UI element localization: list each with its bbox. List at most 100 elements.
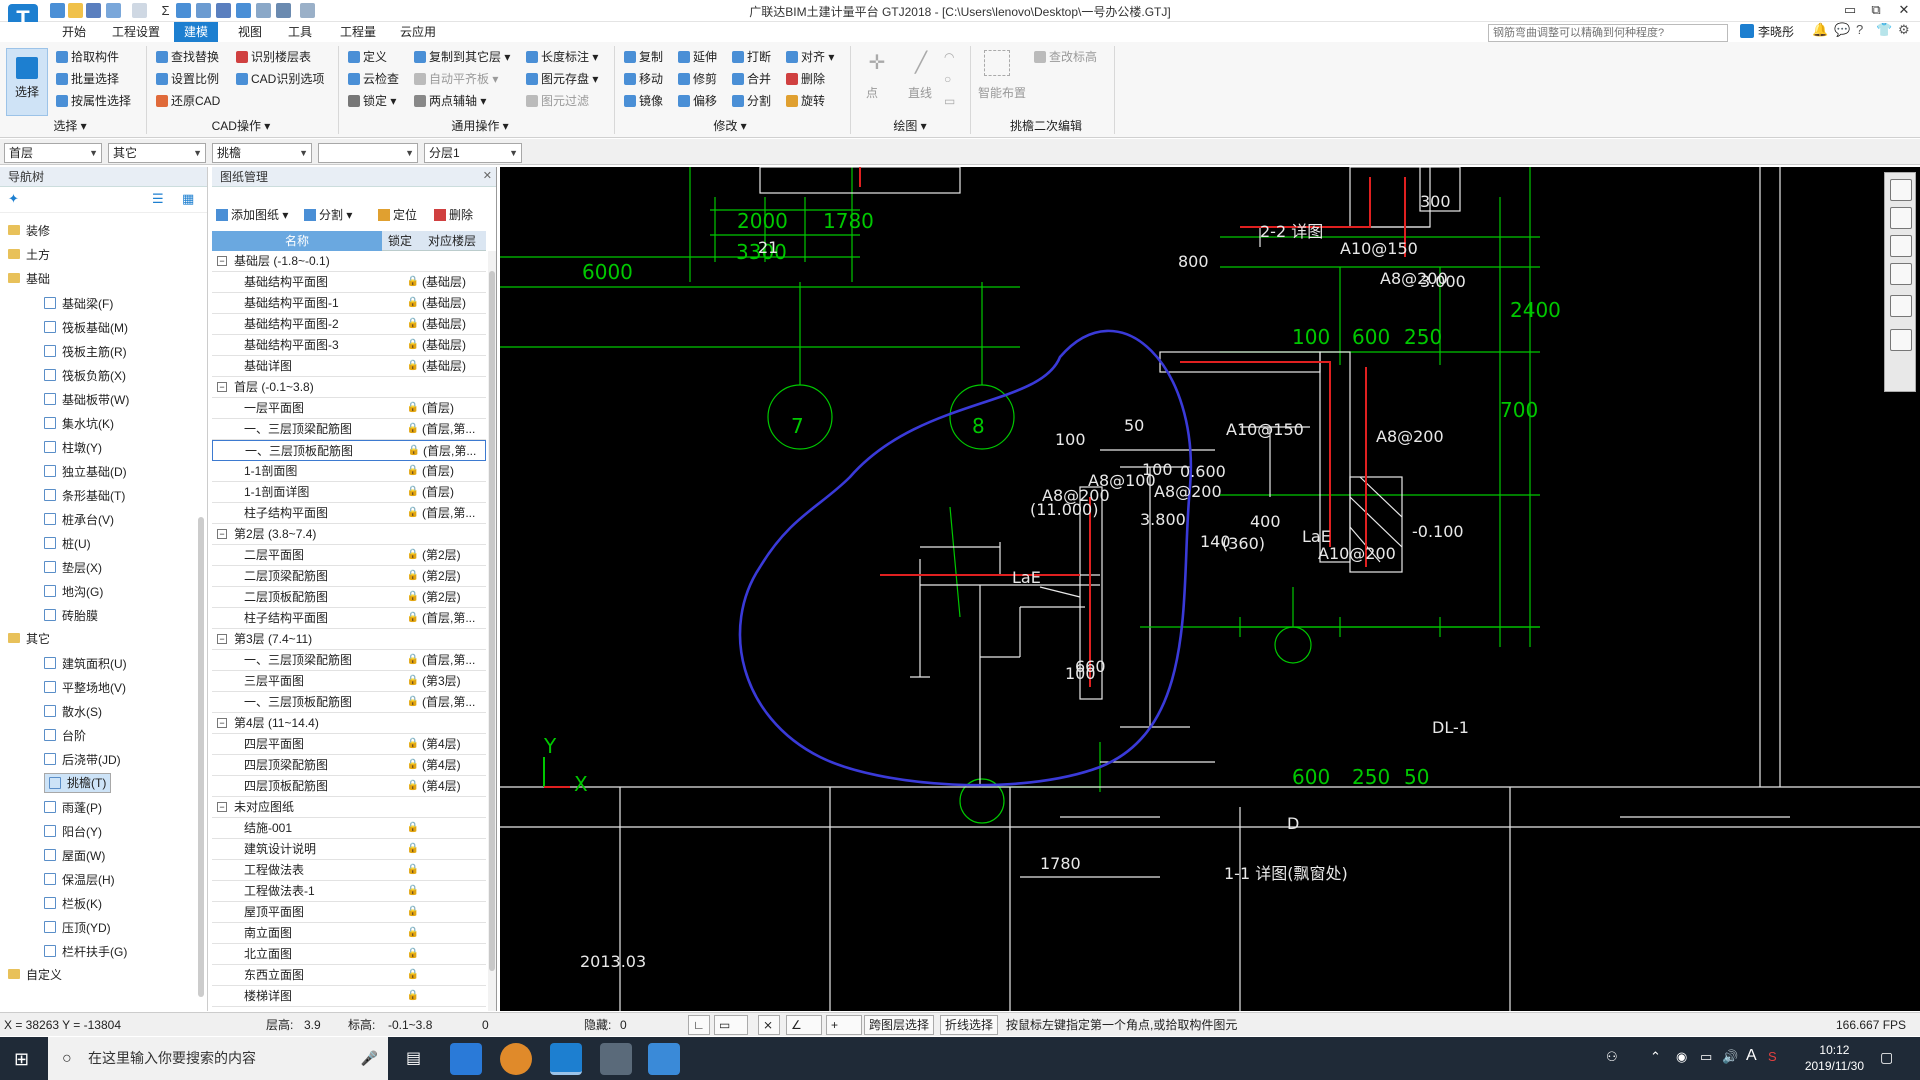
maximize-icon[interactable]: ⧉ <box>1862 0 1890 20</box>
point-icon[interactable]: ✛ <box>864 50 890 76</box>
lock-icon[interactable]: 🔒 <box>394 923 432 943</box>
nav-group[interactable]: 土方 <box>8 245 50 263</box>
nav-item[interactable]: 压顶(YD) <box>44 917 115 937</box>
nav-item[interactable]: 栏杆扶手(G) <box>44 941 131 961</box>
drawing-row[interactable]: 一、三层顶板配筋图 🔒 (首层,第... <box>212 692 486 713</box>
menu-start[interactable]: 开始 <box>60 22 88 42</box>
copy-to-other-floor-button[interactable]: 复制到其它层 ▾ <box>414 48 510 66</box>
collapse-icon[interactable]: − <box>217 256 227 266</box>
undo-icon[interactable] <box>106 3 121 18</box>
nav-item[interactable]: 垫层(X) <box>44 557 106 577</box>
trim-button[interactable]: 修剪 <box>678 70 717 88</box>
nav-item[interactable]: 地沟(G) <box>44 581 107 601</box>
drawing-row[interactable]: 南立面图 🔒 <box>212 923 486 944</box>
nav-item[interactable]: 条形基础(T) <box>44 485 129 505</box>
nav-item[interactable]: 栏板(K) <box>44 893 106 913</box>
delete-button[interactable]: 删除 <box>786 70 825 88</box>
user-name[interactable]: 李晓彤 <box>1758 23 1794 40</box>
help-icon[interactable]: ? <box>1856 22 1863 37</box>
grid-view-icon[interactable]: ▦ <box>182 191 194 207</box>
nav-item[interactable]: 保温层(H) <box>44 869 119 889</box>
lock-icon[interactable]: 🔒 <box>394 902 432 922</box>
drawing-row[interactable]: 柱子结构平面图 🔒 (首层,第... <box>212 503 486 524</box>
cad-identify-options-button[interactable]: CAD识别选项 <box>236 70 324 88</box>
help-search-input[interactable] <box>1488 24 1728 42</box>
drawing-row[interactable]: 工程做法表 🔒 <box>212 860 486 881</box>
taskbar-browser-icon[interactable] <box>500 1043 532 1075</box>
collapse-icon[interactable]: − <box>217 802 227 812</box>
restore-cad-button[interactable]: 还原CAD <box>156 92 220 110</box>
category-select[interactable]: 其它 ▼ <box>108 143 206 163</box>
sum-icon[interactable]: Σ <box>158 3 173 18</box>
view-top-icon[interactable] <box>1890 235 1912 257</box>
offset-button[interactable]: 偏移 <box>678 92 717 110</box>
drawing-row[interactable]: 1-1剖面详图 🔒 (首层) <box>212 482 486 503</box>
notification-icon[interactable]: ▢ <box>1880 1049 1893 1066</box>
nav-item[interactable]: 雨蓬(P) <box>44 797 106 817</box>
clock[interactable]: 10:12 2019/11/30 <box>1805 1042 1864 1074</box>
menu-modeling[interactable]: 建模 <box>174 22 219 42</box>
find-replace-button[interactable]: 查找替换 <box>156 48 219 66</box>
drawing-group-row[interactable]: − 第2层 (3.8~7.4) <box>212 524 486 545</box>
length-dim-button[interactable]: 长度标注 ▾ <box>526 48 598 66</box>
drawing-row[interactable]: 基础结构平面图-2 🔒 (基础层) <box>212 314 486 335</box>
nav-item[interactable]: 筏板基础(M) <box>44 317 132 337</box>
close-panel-icon[interactable]: ✕ <box>483 169 492 182</box>
view-icon[interactable] <box>216 3 231 18</box>
nav-item[interactable]: 集水坑(K) <box>44 413 118 433</box>
auto-level-slab-button[interactable]: 自动平齐板 ▾ <box>414 70 498 88</box>
view-front-icon[interactable] <box>1890 263 1912 285</box>
drawing-group-row[interactable]: − 第4层 (11~14.4) <box>212 713 486 734</box>
collapse-icon[interactable]: − <box>217 634 227 644</box>
drawing-row[interactable]: 三层平面图 🔒 (第3层) <box>212 671 486 692</box>
settings-icon[interactable]: ⚙ <box>1898 22 1910 38</box>
cloud-check-button[interactable]: 云检查 <box>348 70 399 88</box>
rotate-button[interactable]: 旋转 <box>786 92 825 110</box>
taskbar-app-g-icon[interactable] <box>450 1043 482 1075</box>
save-icon[interactable] <box>86 3 101 18</box>
drawing-row[interactable]: 柱子结构平面图 🔒 (首层,第... <box>212 608 486 629</box>
select-button[interactable]: 选择 <box>6 48 48 116</box>
add-drawing-button[interactable]: 添加图纸 ▾ <box>216 206 288 223</box>
element-filter-button[interactable]: 图元过滤 <box>526 92 589 110</box>
nav-item[interactable]: 台阶 <box>44 725 90 745</box>
menu-tools[interactable]: 工具 <box>286 22 314 42</box>
collapse-icon[interactable]: − <box>217 718 227 728</box>
people-icon[interactable]: ⚇ <box>1606 1049 1618 1065</box>
pick-component-button[interactable]: 拾取构件 <box>56 48 119 66</box>
copy-button[interactable]: 复制 <box>624 48 663 66</box>
polyline-select-button[interactable]: 折线选择 <box>940 1015 999 1035</box>
drawing-row[interactable]: 基础详图 🔒 (基础层) <box>212 356 486 377</box>
nav-item[interactable]: 筏板负筋(X) <box>44 365 130 385</box>
lock-icon[interactable]: 🔒 <box>394 944 432 964</box>
circle-icon[interactable]: ○ <box>944 72 960 88</box>
identify-floor-table-button[interactable]: 识别楼层表 <box>236 48 311 66</box>
drawing-group-row[interactable]: − 基础层 (-1.8~-0.1) <box>212 251 486 272</box>
taskbar-gtj-icon[interactable] <box>550 1043 582 1075</box>
rect-icon[interactable]: ▭ <box>944 94 960 110</box>
redo-icon[interactable] <box>132 3 147 18</box>
draw-line-label[interactable]: 直线 <box>908 84 932 101</box>
ime-icon[interactable]: A <box>1746 1047 1757 1065</box>
drawing-scrollbar-track[interactable] <box>488 251 496 1011</box>
nav-item[interactable]: 桩承台(V) <box>44 509 118 529</box>
define-button[interactable]: 定义 <box>348 48 387 66</box>
drawing-row[interactable]: 基础结构平面图-3 🔒 (基础层) <box>212 335 486 356</box>
nav-item[interactable]: 筏板主筋(R) <box>44 341 131 361</box>
nav-item[interactable]: 柱墩(Y) <box>44 437 106 457</box>
nav-item[interactable]: 后浇带(JD) <box>44 749 125 769</box>
drawing-row[interactable]: 二层平面图 🔒 (第2层) <box>212 545 486 566</box>
nav-group[interactable]: 装修 <box>8 221 50 239</box>
cloud-icon[interactable] <box>236 3 251 18</box>
layer-panel-icon[interactable] <box>1890 329 1912 351</box>
drawing-group-row[interactable]: − 第3层 (7.4~11) <box>212 629 486 650</box>
line-icon[interactable]: ╱ <box>908 50 934 76</box>
drawing-group-row[interactable]: − 首层 (-0.1~3.8) <box>212 377 486 398</box>
drawing-row[interactable]: 基础结构平面图 🔒 (基础层) <box>212 272 486 293</box>
nav-item[interactable]: 散水(S) <box>44 701 106 721</box>
network-icon[interactable]: ▭ <box>1700 1049 1712 1065</box>
tool-icon[interactable] <box>256 3 271 18</box>
collapse-icon[interactable]: − <box>217 529 227 539</box>
locate-drawing-button[interactable]: 定位 <box>378 206 417 223</box>
select-by-attribute-button[interactable]: 按属性选择 <box>56 92 131 110</box>
